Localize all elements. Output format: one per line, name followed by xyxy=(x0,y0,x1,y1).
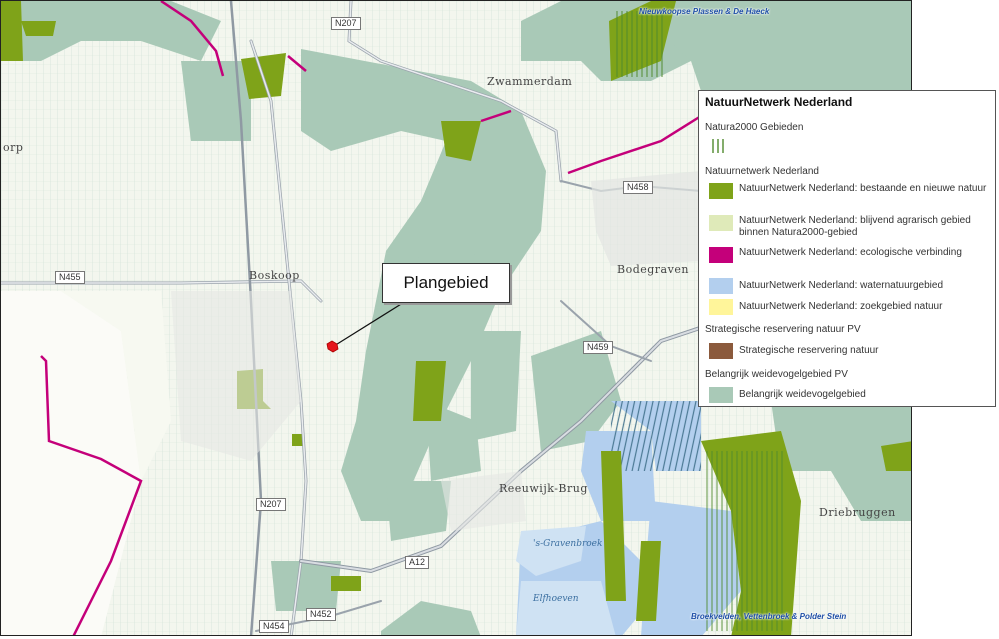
legend-label-weidevogel: Belangrijk weidevogelgebied xyxy=(739,389,866,400)
legend-swatch-agrarisch xyxy=(709,215,733,231)
legend-label-ecologische-verbinding: NatuurNetwerk Nederland: ecologische ver… xyxy=(739,247,962,258)
legend-label-bestaande-natuur: NatuurNetwerk Nederland: bestaande en ni… xyxy=(739,183,987,194)
legend-group-natura2000: Natura2000 Gebieden xyxy=(705,122,804,133)
area-name-nieuwkoopse: Nieuwkoopse Plassen & De Haeck xyxy=(639,7,770,16)
legend-swatch-waternatuur xyxy=(709,278,733,294)
legend-swatch-zoekgebied xyxy=(709,299,733,315)
place-orp: orp xyxy=(3,141,24,154)
legend-swatch-bestaande-natuur xyxy=(709,183,733,199)
road-shield-n459: N459 xyxy=(583,341,613,354)
road-shield-n207-top: N207 xyxy=(331,17,361,30)
place-boskoop: Boskoop xyxy=(249,269,300,282)
urban-reeuwijk xyxy=(441,471,526,531)
callout-label: Plangebied xyxy=(403,273,489,292)
place-reeuwijk-brug: Reeuwijk-Brug xyxy=(499,482,588,495)
lake-elfhoeven xyxy=(516,581,616,635)
water-gravenbroek: 's-Gravenbroek xyxy=(533,539,603,549)
water-elfhoeven: Elfhoeven xyxy=(533,594,579,604)
legend-label-agrarisch: NatuurNetwerk Nederland: blijvend agrari… xyxy=(739,215,971,238)
legend-swatch-ecologische-verbinding xyxy=(709,247,733,263)
road-shield-n458: N458 xyxy=(623,181,653,194)
legend-swatch-weidevogel xyxy=(709,387,733,403)
road-shield-n454: N454 xyxy=(259,620,289,633)
plangebied-callout: Plangebied xyxy=(382,263,510,303)
legend-swatch-strategische xyxy=(709,343,733,359)
area-name-broekvelden: Broekvelden, Vettenbroek & Polder Stein xyxy=(691,612,847,621)
road-shield-n207-bottom: N207 xyxy=(256,498,286,511)
legend-group-nnn: Natuurnetwerk Nederland xyxy=(705,166,819,177)
place-zwammerdam: Zwammerdam xyxy=(487,75,573,88)
legend-title: NatuurNetwerk Nederland xyxy=(705,95,853,109)
legend-panel: NatuurNetwerk Nederland Natura2000 Gebie… xyxy=(698,90,996,407)
road-shield-n455: N455 xyxy=(55,271,85,284)
road-shield-a12: A12 xyxy=(405,556,430,569)
legend-swatch-natura2000-hatch xyxy=(712,139,724,153)
legend-label-strategische: Strategische reservering natuur xyxy=(739,345,879,356)
legend-group-strategische: Strategische reservering natuur PV xyxy=(705,324,861,335)
legend-label-zoekgebied: NatuurNetwerk Nederland: zoekgebied natu… xyxy=(739,301,943,312)
road-shield-n452: N452 xyxy=(306,608,336,621)
place-driebruggen: Driebruggen xyxy=(819,506,896,519)
legend-label-waternatuur: NatuurNetwerk Nederland: waternatuurgebi… xyxy=(739,280,944,291)
legend-group-weidevogel: Belangrijk weidevogelgebied PV xyxy=(705,369,848,380)
place-bodegraven: Bodegraven xyxy=(617,263,689,276)
